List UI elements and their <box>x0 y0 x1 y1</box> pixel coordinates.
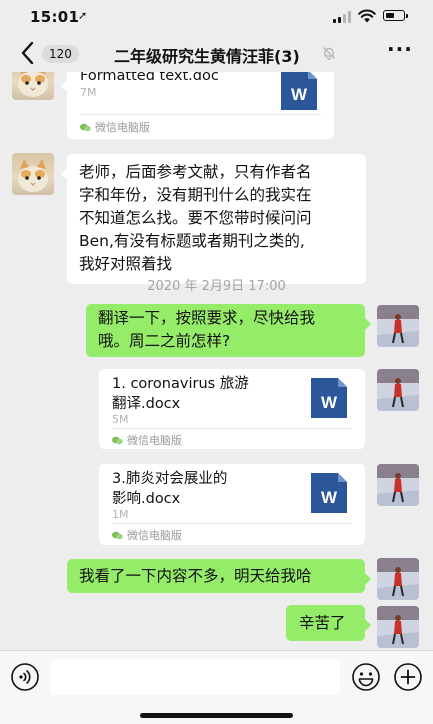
wechat-icon <box>112 531 123 540</box>
file-source-label: 微信电脑版 <box>112 527 182 543</box>
cat-avatar-image <box>18 72 48 97</box>
skater-avatar-image <box>377 558 419 600</box>
word-doc-icon: W <box>311 473 347 513</box>
wechat-icon <box>112 436 123 445</box>
emoji-icon[interactable] <box>351 662 381 692</box>
skater-avatar-image <box>377 369 419 411</box>
file-name: 1. coronavirus 旅游 翻译.docx <box>112 374 292 414</box>
skater-avatar-image <box>377 606 419 648</box>
message-list[interactable]: Formatted text.doc 7M W 微信电脑版 老师，后面参考文献，… <box>0 72 433 650</box>
skater-avatar-image <box>377 464 419 506</box>
message-text-line: 不知道怎么找。要不您带时候问问 <box>79 209 312 227</box>
cellular-signal-icon <box>333 11 353 23</box>
file-source-text: 微信电脑版 <box>127 434 182 447</box>
file-name: 3.肺炎对会展业的 影响.docx <box>112 469 292 509</box>
message-bubble-sent[interactable]: 辛苦了 <box>286 605 371 641</box>
svg-text:W: W <box>321 393 338 412</box>
avatar[interactable] <box>377 305 419 347</box>
message-bubble-received[interactable]: 老师，后面参考文献，只有作者名 字和年份，没有期刊什么的我实在 不知道怎么找。要… <box>61 154 366 284</box>
file-message-card[interactable]: 1. coronavirus 旅游 翻译.docx 5M W 微信电脑版 <box>99 369 365 449</box>
avatar[interactable] <box>377 464 419 506</box>
file-name: Formatted text.doc <box>80 72 219 84</box>
avatar[interactable] <box>12 153 54 195</box>
avatar[interactable] <box>377 558 419 600</box>
input-bar <box>0 650 433 724</box>
status-time: 15:01 <box>30 8 80 26</box>
wechat-icon <box>80 123 91 132</box>
message-text-line: 翻译一下，按照要求，尽快给我 <box>98 309 316 327</box>
word-doc-icon: W <box>281 72 317 110</box>
plus-icon[interactable] <box>393 662 423 692</box>
message-text: 我看了一下内容不多，明天给我哈 <box>79 567 312 585</box>
message-text-line: 我好对照着找 <box>79 255 173 273</box>
chat-title: 二年级研究生黄倩汪菲(3) <box>114 47 300 66</box>
chevron-left-icon[interactable] <box>18 40 38 66</box>
file-source-text: 微信电脑版 <box>127 529 182 542</box>
avatar[interactable] <box>377 369 419 411</box>
file-name-line: 3.肺炎对会展业的 <box>112 471 228 487</box>
file-source-text: 微信电脑版 <box>95 121 150 134</box>
file-name-line: 影响.docx <box>112 491 181 507</box>
file-message-card[interactable]: Formatted text.doc 7M W 微信电脑版 <box>61 72 334 139</box>
battery-icon <box>383 10 408 21</box>
word-doc-icon: W <box>311 378 347 418</box>
file-source-label: 微信电脑版 <box>80 119 150 135</box>
file-size: 5M <box>112 413 129 426</box>
message-text-line: 哦。周二之前怎样? <box>98 332 231 350</box>
message-text-line: 老师，后面参考文献，只有作者名 <box>79 163 312 181</box>
skater-avatar-image <box>377 305 419 347</box>
file-source-label: 微信电脑版 <box>112 432 182 448</box>
avatar[interactable] <box>12 72 54 100</box>
cat-avatar-image <box>18 159 48 192</box>
location-arrow-icon: ➚ <box>78 9 88 22</box>
wifi-icon <box>358 9 376 23</box>
file-name-line: 翻译.docx <box>112 396 181 412</box>
status-bar: 15:01 ➚ <box>0 0 433 34</box>
message-bubble-sent[interactable]: 翻译一下，按照要求，尽快给我 哦。周二之前怎样? <box>86 304 371 357</box>
message-input[interactable] <box>50 659 340 695</box>
file-name-line: 1. coronavirus 旅游 <box>112 376 249 392</box>
voice-icon[interactable] <box>10 662 40 692</box>
file-size: 7M <box>80 86 97 99</box>
svg-text:W: W <box>291 85 308 104</box>
message-text-line: Ben,有没有标题或者期刊之类的, <box>79 232 305 250</box>
file-message-card[interactable]: 3.肺炎对会展业的 影响.docx 1M W 微信电脑版 <box>99 464 365 545</box>
chat-timestamp: 2020 年 2月9日 17:00 <box>147 279 286 294</box>
message-text: 辛苦了 <box>299 614 346 632</box>
svg-text:W: W <box>321 488 338 507</box>
home-indicator <box>140 713 293 718</box>
unread-count-badge[interactable]: 120 <box>42 45 79 63</box>
file-size: 1M <box>112 508 129 521</box>
avatar[interactable] <box>377 606 419 648</box>
more-dots-icon[interactable]: ··· <box>387 39 413 64</box>
bell-off-icon <box>323 47 335 60</box>
chat-header: 120 二年级研究生黄倩汪菲(3) ··· <box>0 34 433 72</box>
message-text-line: 字和年份，没有期刊什么的我实在 <box>79 186 312 204</box>
message-bubble-sent[interactable]: 我看了一下内容不多，明天给我哈 <box>67 559 371 593</box>
